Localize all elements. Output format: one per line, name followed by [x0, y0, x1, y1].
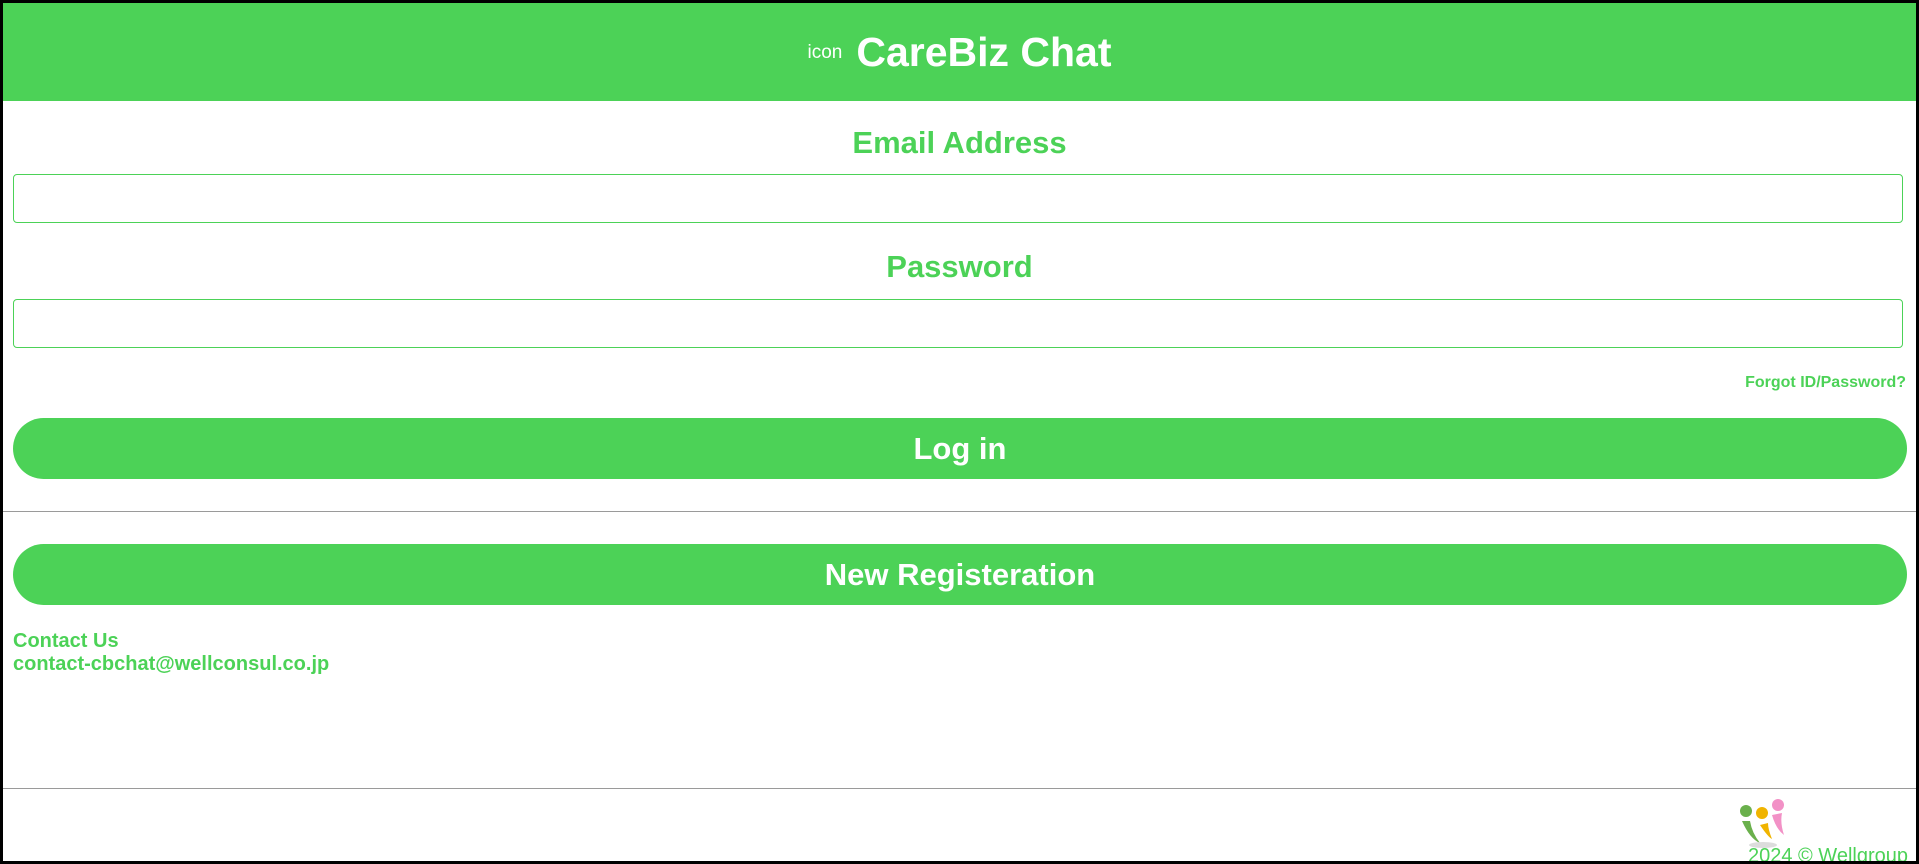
email-field[interactable] — [13, 174, 1903, 223]
login-button[interactable]: Log in — [13, 418, 1907, 479]
email-label: Email Address — [852, 125, 1067, 160]
contact-us-heading: Contact Us — [13, 630, 119, 652]
app-icon: icon — [807, 42, 843, 63]
app-header: icon CareBiz Chat — [3, 3, 1916, 101]
contact-email-link[interactable]: contact-cbchat@wellconsul.co.jp — [13, 653, 329, 676]
copyright-text: 2024 © Wellgroup — [1747, 845, 1908, 861]
app-title: CareBiz Chat — [856, 28, 1112, 75]
new-registration-button[interactable]: New Registeration — [13, 544, 1907, 605]
divider — [3, 511, 1916, 512]
wellgroup-logo-icon — [1740, 799, 1784, 848]
password-label: Password — [886, 249, 1033, 284]
page-frame: icon CareBiz Chat Email Address Password… — [3, 3, 1916, 861]
footer-divider — [3, 788, 1916, 789]
password-field[interactable] — [13, 299, 1903, 348]
forgot-password-link[interactable]: Forgot ID/Password? — [1745, 374, 1906, 392]
